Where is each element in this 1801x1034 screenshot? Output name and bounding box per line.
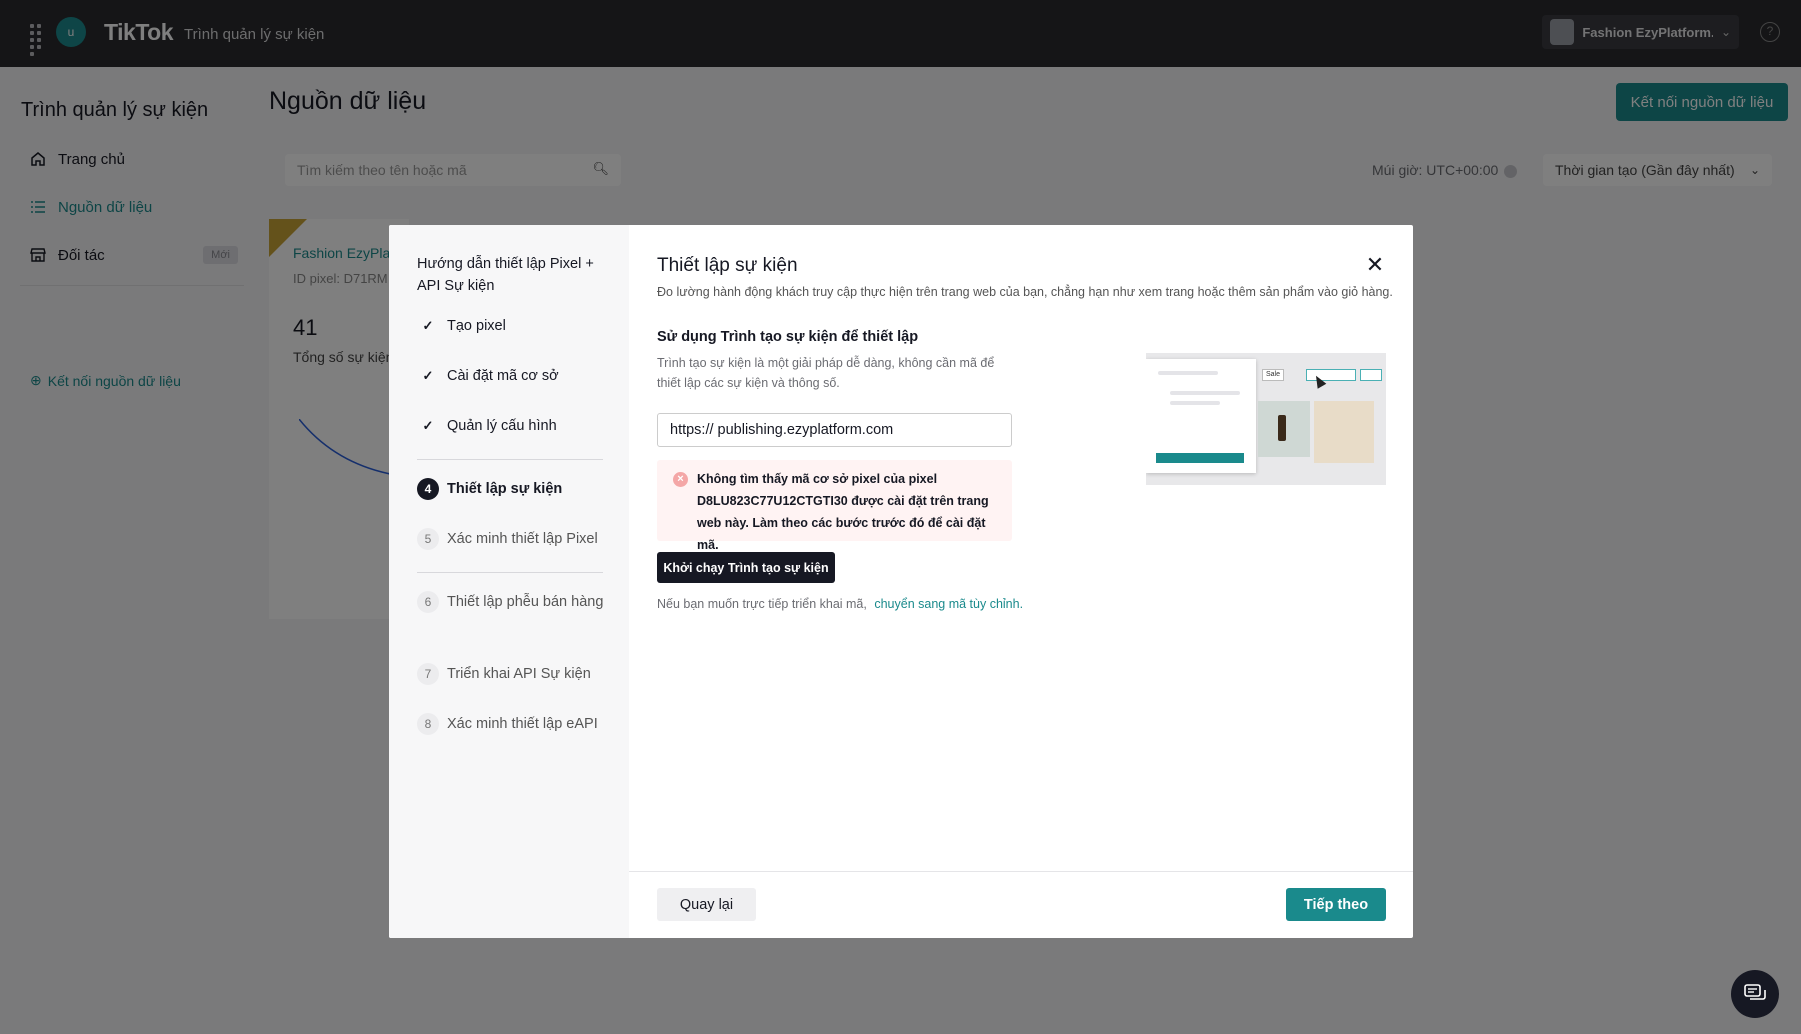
close-icon[interactable]: ✕ — [1363, 253, 1387, 277]
custom-code-hint: Nếu bạn muốn trực tiếp triển khai mã, ch… — [657, 597, 1023, 611]
step-number: 4 — [417, 478, 439, 500]
step-number: 5 — [417, 528, 439, 550]
check-icon: ✓ — [422, 318, 434, 333]
error-message: Không tìm thấy mã cơ sở pixel của pixel … — [697, 472, 989, 552]
back-button[interactable]: Quay lại — [657, 888, 756, 921]
launch-event-builder-button[interactable]: Khởi chạy Trình tạo sự kiện — [657, 552, 835, 583]
step-label: Tạo pixel — [447, 318, 506, 334]
steps-title: Hướng dẫn thiết lập Pixel + API Sự kiện — [417, 256, 594, 294]
step-label: Thiết lập sự kiện — [447, 481, 563, 497]
step-number: 7 — [417, 663, 439, 685]
modal-content: Thiết lập sự kiện ✕ Đo lường hành động k… — [629, 225, 1413, 938]
step-divider — [417, 572, 603, 573]
preview-bottle — [1278, 415, 1286, 441]
step-number: 8 — [417, 713, 439, 735]
setup-modal: Hướng dẫn thiết lập Pixel + API Sự kiện … — [389, 225, 1413, 938]
next-button[interactable]: Tiếp theo — [1286, 888, 1386, 921]
preview-product-image — [1314, 401, 1374, 463]
preview-sale-label: Sale — [1262, 369, 1284, 381]
custom-code-link[interactable]: chuyển sang mã tùy chỉnh. — [874, 597, 1023, 611]
step-label: Xác minh thiết lập eAPI — [447, 716, 598, 732]
step-deploy-api: 7 Triển khai API Sự kiện — [417, 663, 617, 685]
step-sales-funnel: 6 Thiết lập phễu bán hàng — [417, 591, 617, 613]
steps-panel: Hướng dẫn thiết lập Pixel + API Sự kiện … — [389, 225, 629, 938]
section-title: Sử dụng Trình tạo sự kiện để thiết lập — [657, 329, 919, 345]
step-create-pixel: ✓ Tạo pixel — [417, 315, 617, 337]
event-builder-preview-image: Sale — [1146, 353, 1386, 485]
modal-title: Thiết lập sự kiện — [657, 255, 798, 276]
preview-panel — [1146, 359, 1256, 473]
step-manage-config: ✓ Quản lý cấu hình — [417, 415, 617, 437]
hint-text: Nếu bạn muốn trực tiếp triển khai mã, — [657, 597, 867, 611]
chat-icon — [1744, 984, 1766, 1000]
step-label: Thiết lập phễu bán hàng — [447, 594, 604, 610]
chat-support-button[interactable] — [1731, 970, 1779, 1018]
step-label: Cài đặt mã cơ sở — [447, 368, 559, 384]
url-prefix: https:// — [670, 422, 714, 438]
step-divider — [417, 459, 603, 460]
step-number: 6 — [417, 591, 439, 613]
modal-description: Đo lường hành động khách truy cập thực h… — [657, 285, 1393, 299]
error-icon: × — [673, 472, 688, 487]
website-url-input[interactable]: https:// publishing.ezyplatform.com — [657, 413, 1012, 447]
step-label: Xác minh thiết lập Pixel — [447, 531, 598, 547]
check-icon: ✓ — [422, 418, 434, 433]
step-verify-eapi: 8 Xác minh thiết lập eAPI — [417, 713, 617, 735]
step-install-base-code: ✓ Cài đặt mã cơ sở — [417, 365, 617, 387]
section-description: Trình tạo sự kiện là một giải pháp dễ dà… — [657, 356, 995, 390]
step-verify-pixel: 5 Xác minh thiết lập Pixel — [417, 528, 617, 550]
error-alert: × Không tìm thấy mã cơ sở pixel của pixe… — [657, 460, 1012, 552]
step-label: Quản lý cấu hình — [447, 418, 557, 434]
preview-buttons — [1360, 369, 1382, 381]
url-value: publishing.ezyplatform.com — [717, 422, 894, 438]
step-setup-events: 4 Thiết lập sự kiện — [417, 478, 617, 500]
check-icon: ✓ — [422, 368, 434, 383]
modal-footer-divider — [629, 871, 1413, 872]
step-label: Triển khai API Sự kiện — [447, 666, 591, 682]
